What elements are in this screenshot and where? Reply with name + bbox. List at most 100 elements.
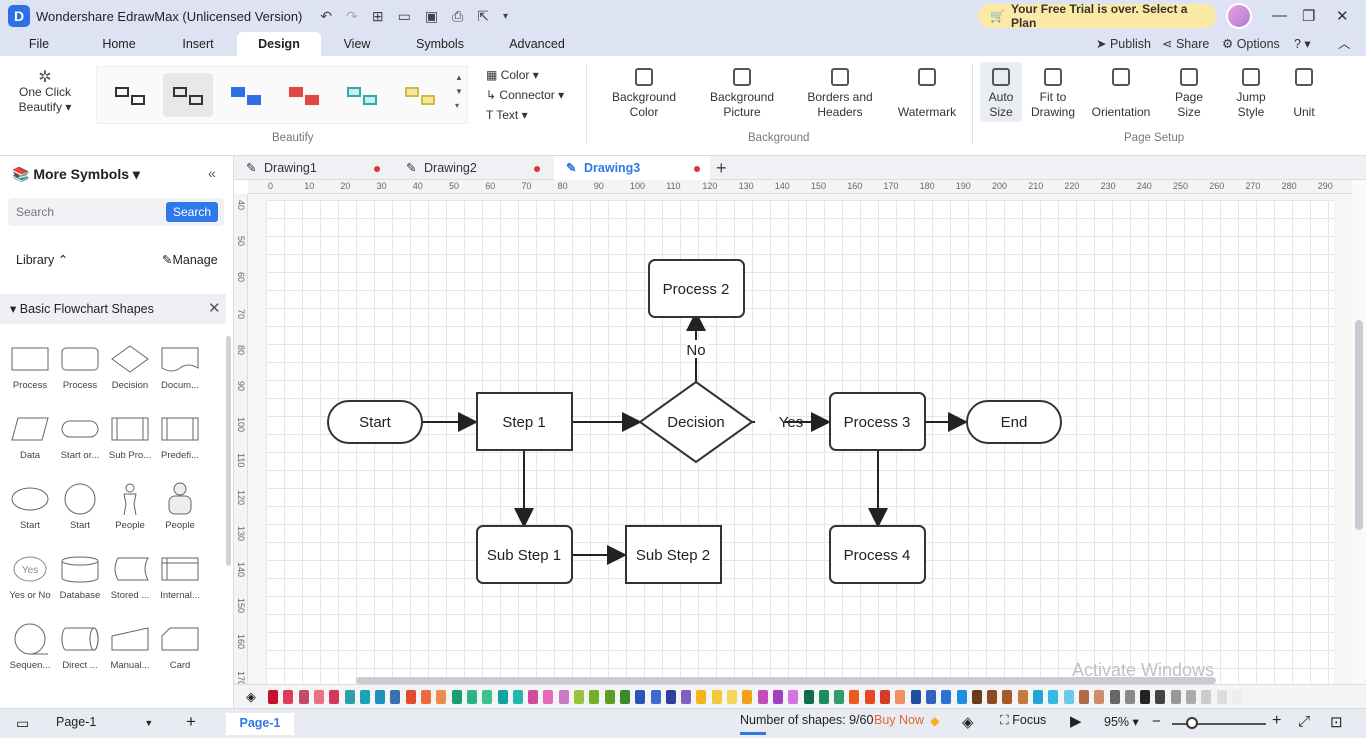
- color-swatch[interactable]: [512, 690, 523, 704]
- color-swatch[interactable]: [635, 690, 646, 704]
- add-tab-icon[interactable]: +: [716, 156, 736, 180]
- color-swatch[interactable]: [818, 690, 829, 704]
- fullscreen-icon[interactable]: ⊡: [1330, 713, 1343, 731]
- auto-size-button[interactable]: Auto Size: [980, 68, 1022, 120]
- layers-icon[interactable]: ◈: [962, 713, 974, 731]
- color-swatch[interactable]: [589, 690, 600, 704]
- manage-button[interactable]: ✎Manage: [162, 252, 218, 267]
- share-button[interactable]: ⋖ Share: [1162, 32, 1209, 56]
- color-swatch[interactable]: [1094, 690, 1105, 704]
- color-swatch[interactable]: [1201, 690, 1212, 704]
- new-file-icon[interactable]: ⊞: [372, 8, 384, 25]
- color-swatch[interactable]: [880, 690, 890, 704]
- color-swatch[interactable]: [1033, 690, 1043, 704]
- more-symbols-button[interactable]: 📚 More Symbols ▾: [12, 166, 140, 183]
- options-button[interactable]: ⚙ Options: [1222, 32, 1280, 56]
- page-panel-icon[interactable]: ▭: [16, 715, 29, 732]
- color-swatch[interactable]: [1124, 690, 1135, 704]
- color-swatch[interactable]: [359, 690, 370, 704]
- color-swatch[interactable]: [1140, 690, 1151, 704]
- color-swatch[interactable]: [421, 690, 431, 704]
- color-swatch[interactable]: [375, 690, 386, 704]
- tab-drawing3[interactable]: ✎ Drawing3: [554, 156, 710, 180]
- color-swatch[interactable]: [558, 690, 569, 704]
- one-click-beautify-button[interactable]: ✲ One Click Beautify ▾: [14, 70, 76, 115]
- color-swatch[interactable]: [313, 690, 324, 704]
- color-swatch[interactable]: [1109, 690, 1120, 704]
- shape-subprocess[interactable]: Sub Pro...: [105, 412, 155, 478]
- buy-now-link[interactable]: Buy Now: [874, 713, 924, 727]
- shape-ellipse[interactable]: Start: [5, 482, 55, 548]
- zoom-level[interactable]: 95% ▾: [1104, 714, 1139, 729]
- page-tab[interactable]: Page-1: [226, 713, 294, 735]
- color-swatch[interactable]: [788, 690, 799, 704]
- shape-sequential[interactable]: Sequen...: [5, 622, 55, 688]
- color-swatch[interactable]: [757, 690, 768, 704]
- play-icon[interactable]: ▶: [1070, 712, 1082, 730]
- page-selector[interactable]: Page-1 ▼: [56, 715, 153, 729]
- fit-to-drawing-button[interactable]: Fit to Drawing: [1030, 68, 1076, 120]
- color-swatch[interactable]: [711, 690, 722, 704]
- close-icon[interactable]: ✕: [1336, 7, 1349, 25]
- color-swatch[interactable]: [482, 690, 493, 704]
- tab-drawing1[interactable]: ✎ Drawing1: [234, 156, 388, 180]
- help-icon[interactable]: ? ▾: [1294, 32, 1311, 56]
- style-thumb-4[interactable]: [279, 73, 329, 117]
- menu-home[interactable]: Home: [92, 32, 146, 56]
- color-swatch[interactable]: [604, 690, 615, 704]
- shape-direct-data[interactable]: Direct ...: [55, 622, 105, 688]
- drawing-canvas[interactable]: Start Step 1 Decision Process 2 Process …: [248, 194, 1352, 684]
- color-swatch[interactable]: [1048, 690, 1059, 704]
- minimize-icon[interactable]: —: [1272, 7, 1287, 24]
- color-swatch[interactable]: [1017, 690, 1028, 704]
- save-icon[interactable]: ▣: [425, 8, 438, 25]
- zoom-slider-handle[interactable]: [1186, 717, 1198, 729]
- zoom-in-icon[interactable]: +: [1272, 712, 1281, 730]
- tab-drawing2[interactable]: ✎ Drawing2: [394, 156, 548, 180]
- menu-file[interactable]: File: [18, 32, 60, 56]
- style-thumb-1[interactable]: [105, 73, 155, 117]
- unit-button[interactable]: Unit: [1286, 68, 1322, 120]
- menu-insert[interactable]: Insert: [172, 32, 224, 56]
- color-swatch[interactable]: [543, 690, 554, 704]
- color-swatch[interactable]: [681, 690, 692, 704]
- color-swatch[interactable]: [987, 690, 998, 704]
- undo-icon[interactable]: ↶: [320, 8, 332, 25]
- color-swatch[interactable]: [466, 690, 477, 704]
- shape-internal-storage[interactable]: Internal...: [155, 552, 205, 618]
- color-swatch[interactable]: [727, 690, 737, 704]
- color-swatch[interactable]: [451, 690, 462, 704]
- color-swatch[interactable]: [1231, 690, 1242, 704]
- menu-advanced[interactable]: Advanced: [502, 32, 572, 56]
- export-icon[interactable]: ⇱: [477, 8, 489, 25]
- color-swatch[interactable]: [665, 690, 676, 704]
- drawing-page[interactable]: Start Step 1 Decision Process 2 Process …: [266, 200, 1334, 684]
- background-picture-button[interactable]: Background Picture: [702, 68, 782, 120]
- color-swatch[interactable]: [971, 690, 982, 704]
- color-swatch[interactable]: [405, 690, 416, 704]
- color-swatch[interactable]: [298, 690, 309, 704]
- color-swatch[interactable]: [344, 690, 355, 704]
- color-swatch[interactable]: [1002, 690, 1013, 704]
- color-swatch[interactable]: [329, 690, 340, 704]
- color-swatch[interactable]: [742, 690, 753, 704]
- avatar[interactable]: [1226, 3, 1252, 29]
- connector-dropdown[interactable]: ↳ Connector ▾: [486, 88, 564, 102]
- color-swatch[interactable]: [803, 690, 814, 704]
- shape-parallelogram[interactable]: Data: [5, 412, 55, 478]
- color-swatch[interactable]: [390, 690, 401, 704]
- style-thumb-5[interactable]: [337, 73, 387, 117]
- vertical-scroll-thumb[interactable]: [1355, 320, 1363, 530]
- color-swatch[interactable]: [268, 690, 278, 704]
- color-dropdown[interactable]: ▦ Color ▾: [486, 68, 539, 82]
- color-swatch[interactable]: [864, 690, 875, 704]
- library-toggle[interactable]: Library ⌃: [16, 252, 68, 267]
- borders-headers-button[interactable]: Borders and Headers: [800, 68, 880, 120]
- color-swatch[interactable]: [283, 690, 294, 704]
- color-swatch[interactable]: [941, 690, 952, 704]
- background-color-button[interactable]: Background Color: [604, 68, 684, 120]
- color-swatch[interactable]: [1078, 690, 1089, 704]
- add-page-icon[interactable]: +: [186, 712, 196, 732]
- shape-rounded-rect[interactable]: Process: [55, 342, 105, 408]
- color-swatch[interactable]: [849, 690, 860, 704]
